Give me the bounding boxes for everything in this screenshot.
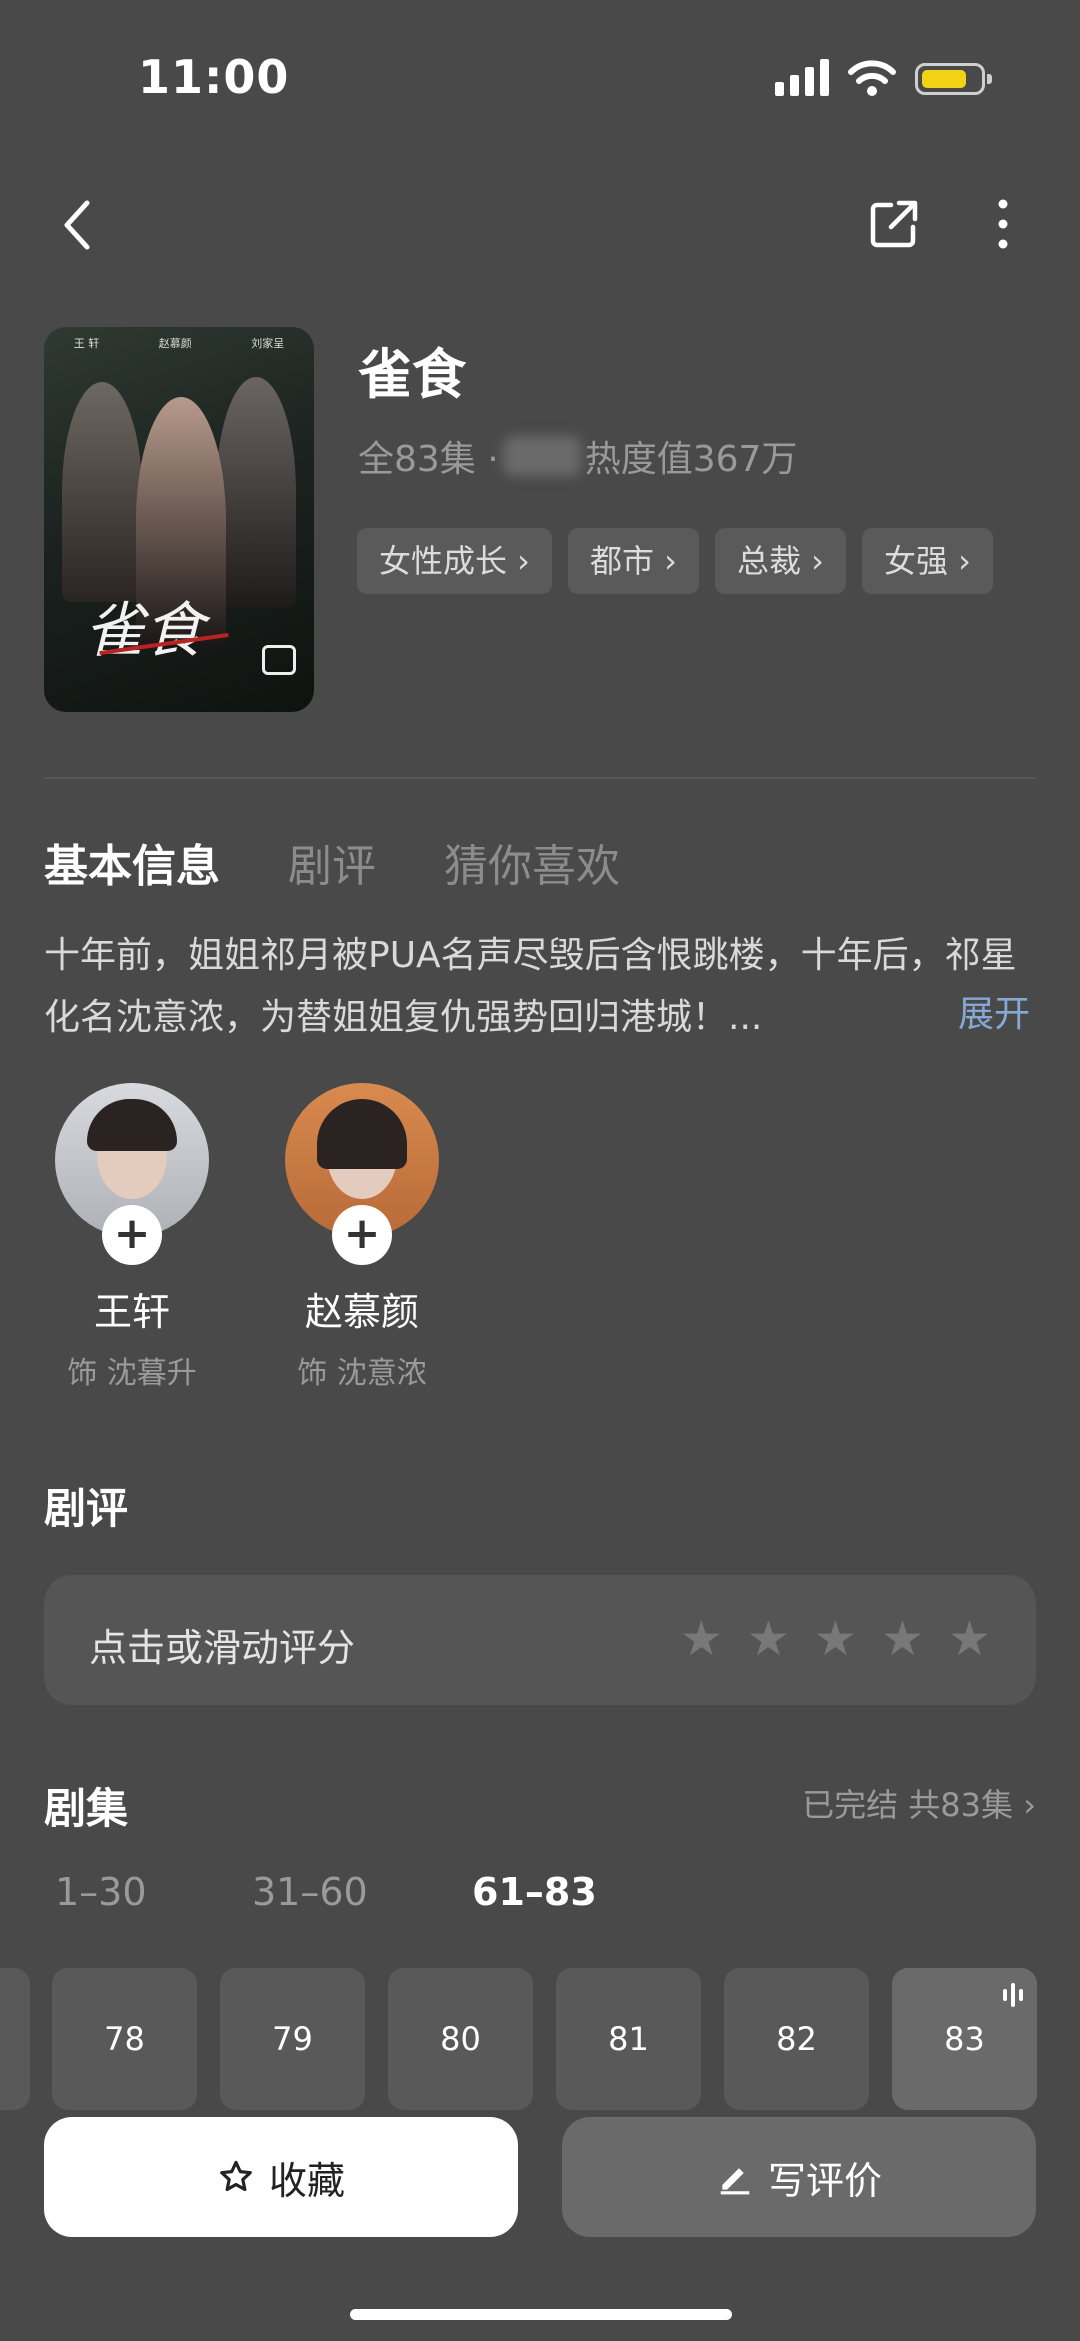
cast-role: 饰 沈暮升 bbox=[67, 1356, 197, 1391]
favorite-button[interactable]: 收藏 bbox=[44, 2117, 518, 2237]
rating-stars[interactable]: ★ ★ ★ ★ ★ bbox=[680, 1613, 991, 1665]
poster-cast-names: 王 轩 赵慕颜 刘家呈 bbox=[73, 337, 285, 350]
home-indicator bbox=[350, 2309, 732, 2320]
follow-add-button[interactable]: + bbox=[332, 1205, 392, 1265]
range-tab-61-83[interactable]: 61–83 bbox=[472, 1870, 682, 1914]
star-icon[interactable]: ★ bbox=[881, 1613, 924, 1665]
cast-card[interactable]: + 王轩 饰 沈暮升 bbox=[32, 1083, 232, 1392]
back-button[interactable] bbox=[55, 195, 105, 255]
episode-item[interactable]: 82 bbox=[724, 1968, 869, 2110]
heat-value: 热度值367万 bbox=[584, 439, 798, 480]
star-icon[interactable]: ★ bbox=[814, 1613, 857, 1665]
divider bbox=[44, 777, 1036, 779]
tag-strong-female[interactable]: 女强 › bbox=[861, 528, 993, 594]
episode-item[interactable]: 78 bbox=[52, 1968, 197, 2110]
episode-number: 83 bbox=[944, 2020, 985, 2058]
review-section-title: 剧评 bbox=[44, 1484, 129, 1533]
episode-range-tabs: 1–30 31–60 61–83 bbox=[55, 1870, 682, 1914]
wifi-icon bbox=[848, 60, 896, 96]
write-review-label: 写评价 bbox=[767, 2158, 882, 2203]
tab-reviews[interactable]: 剧评 bbox=[288, 830, 376, 894]
favorite-label: 收藏 bbox=[268, 2158, 345, 2203]
cast-name: 赵慕颜 bbox=[304, 1290, 419, 1334]
tag-urban[interactable]: 都市 › bbox=[567, 528, 699, 594]
episode-item[interactable]: 80 bbox=[388, 1968, 533, 2110]
star-icon[interactable]: ★ bbox=[680, 1613, 723, 1665]
share-button[interactable] bbox=[865, 195, 925, 253]
episode-item-partial[interactable] bbox=[0, 1968, 30, 2110]
star-icon[interactable]: ★ bbox=[747, 1613, 790, 1665]
show-title: 雀食 bbox=[358, 343, 466, 406]
battery-icon bbox=[915, 63, 992, 95]
cellular-signal-icon bbox=[775, 58, 829, 96]
star-icon[interactable]: ★ bbox=[948, 1613, 991, 1665]
write-review-button[interactable]: 写评价 bbox=[562, 2117, 1036, 2237]
now-playing-icon bbox=[1003, 1982, 1023, 2008]
episode-item-current[interactable]: 83 bbox=[892, 1968, 1037, 2110]
tag-ceo[interactable]: 总裁 › bbox=[714, 528, 846, 594]
genre-tags: 女性成长 › 都市 › 总裁 › 女强 › bbox=[357, 528, 993, 594]
episode-item[interactable]: 81 bbox=[556, 1968, 701, 2110]
expand-button[interactable]: 展开 bbox=[958, 985, 1030, 1037]
show-meta: 全83集 · 热度值367万 bbox=[358, 430, 797, 482]
range-tab-1-30[interactable]: 1–30 bbox=[55, 1870, 252, 1914]
more-options-button[interactable] bbox=[980, 195, 1026, 253]
synopsis-text: 十年前，姐姐祁月被PUA名声尽毁后含恨跳楼，十年后，祁星化名沈意浓，为替姐姐复仇… bbox=[44, 935, 1017, 1038]
cast-card[interactable]: + 赵慕颜 饰 沈意浓 bbox=[262, 1083, 462, 1392]
blurred-text bbox=[502, 436, 581, 476]
show-poster[interactable]: 王 轩 赵慕颜 刘家呈 雀食 bbox=[44, 327, 314, 712]
rating-bar[interactable]: 点击或滑动评分 ★ ★ ★ ★ ★ bbox=[44, 1575, 1036, 1705]
poster-title-art: 雀食 bbox=[84, 596, 204, 666]
follow-add-button[interactable]: + bbox=[102, 1205, 162, 1265]
rating-prompt: 点击或滑动评分 bbox=[89, 1626, 356, 1670]
poster-badge-icon bbox=[262, 645, 296, 675]
episode-count: 全83集 · bbox=[358, 439, 499, 480]
star-outline-icon bbox=[220, 2160, 252, 2192]
tag-female-growth[interactable]: 女性成长 › bbox=[357, 528, 552, 594]
tab-recommendations[interactable]: 猜你喜欢 bbox=[444, 830, 620, 894]
avatar: + bbox=[285, 1083, 439, 1265]
tab-basic-info[interactable]: 基本信息 bbox=[44, 830, 220, 894]
episodes-status-link[interactable]: 已完结 共83集 › bbox=[802, 1780, 1036, 1826]
pen-icon bbox=[720, 2168, 750, 2195]
range-tab-31-60[interactable]: 31–60 bbox=[252, 1870, 472, 1914]
cast-name: 王轩 bbox=[93, 1290, 170, 1334]
cast-role: 饰 沈意浓 bbox=[297, 1356, 427, 1391]
avatar: + bbox=[55, 1083, 209, 1265]
episodes-section-title: 剧集 bbox=[44, 1784, 129, 1833]
detail-tabs: 基本信息 剧评 猜你喜欢 bbox=[44, 830, 620, 894]
episode-item[interactable]: 79 bbox=[220, 1968, 365, 2110]
status-time: 11:00 bbox=[138, 50, 290, 104]
episode-list: 78 79 80 81 82 83 bbox=[0, 1968, 1060, 2110]
